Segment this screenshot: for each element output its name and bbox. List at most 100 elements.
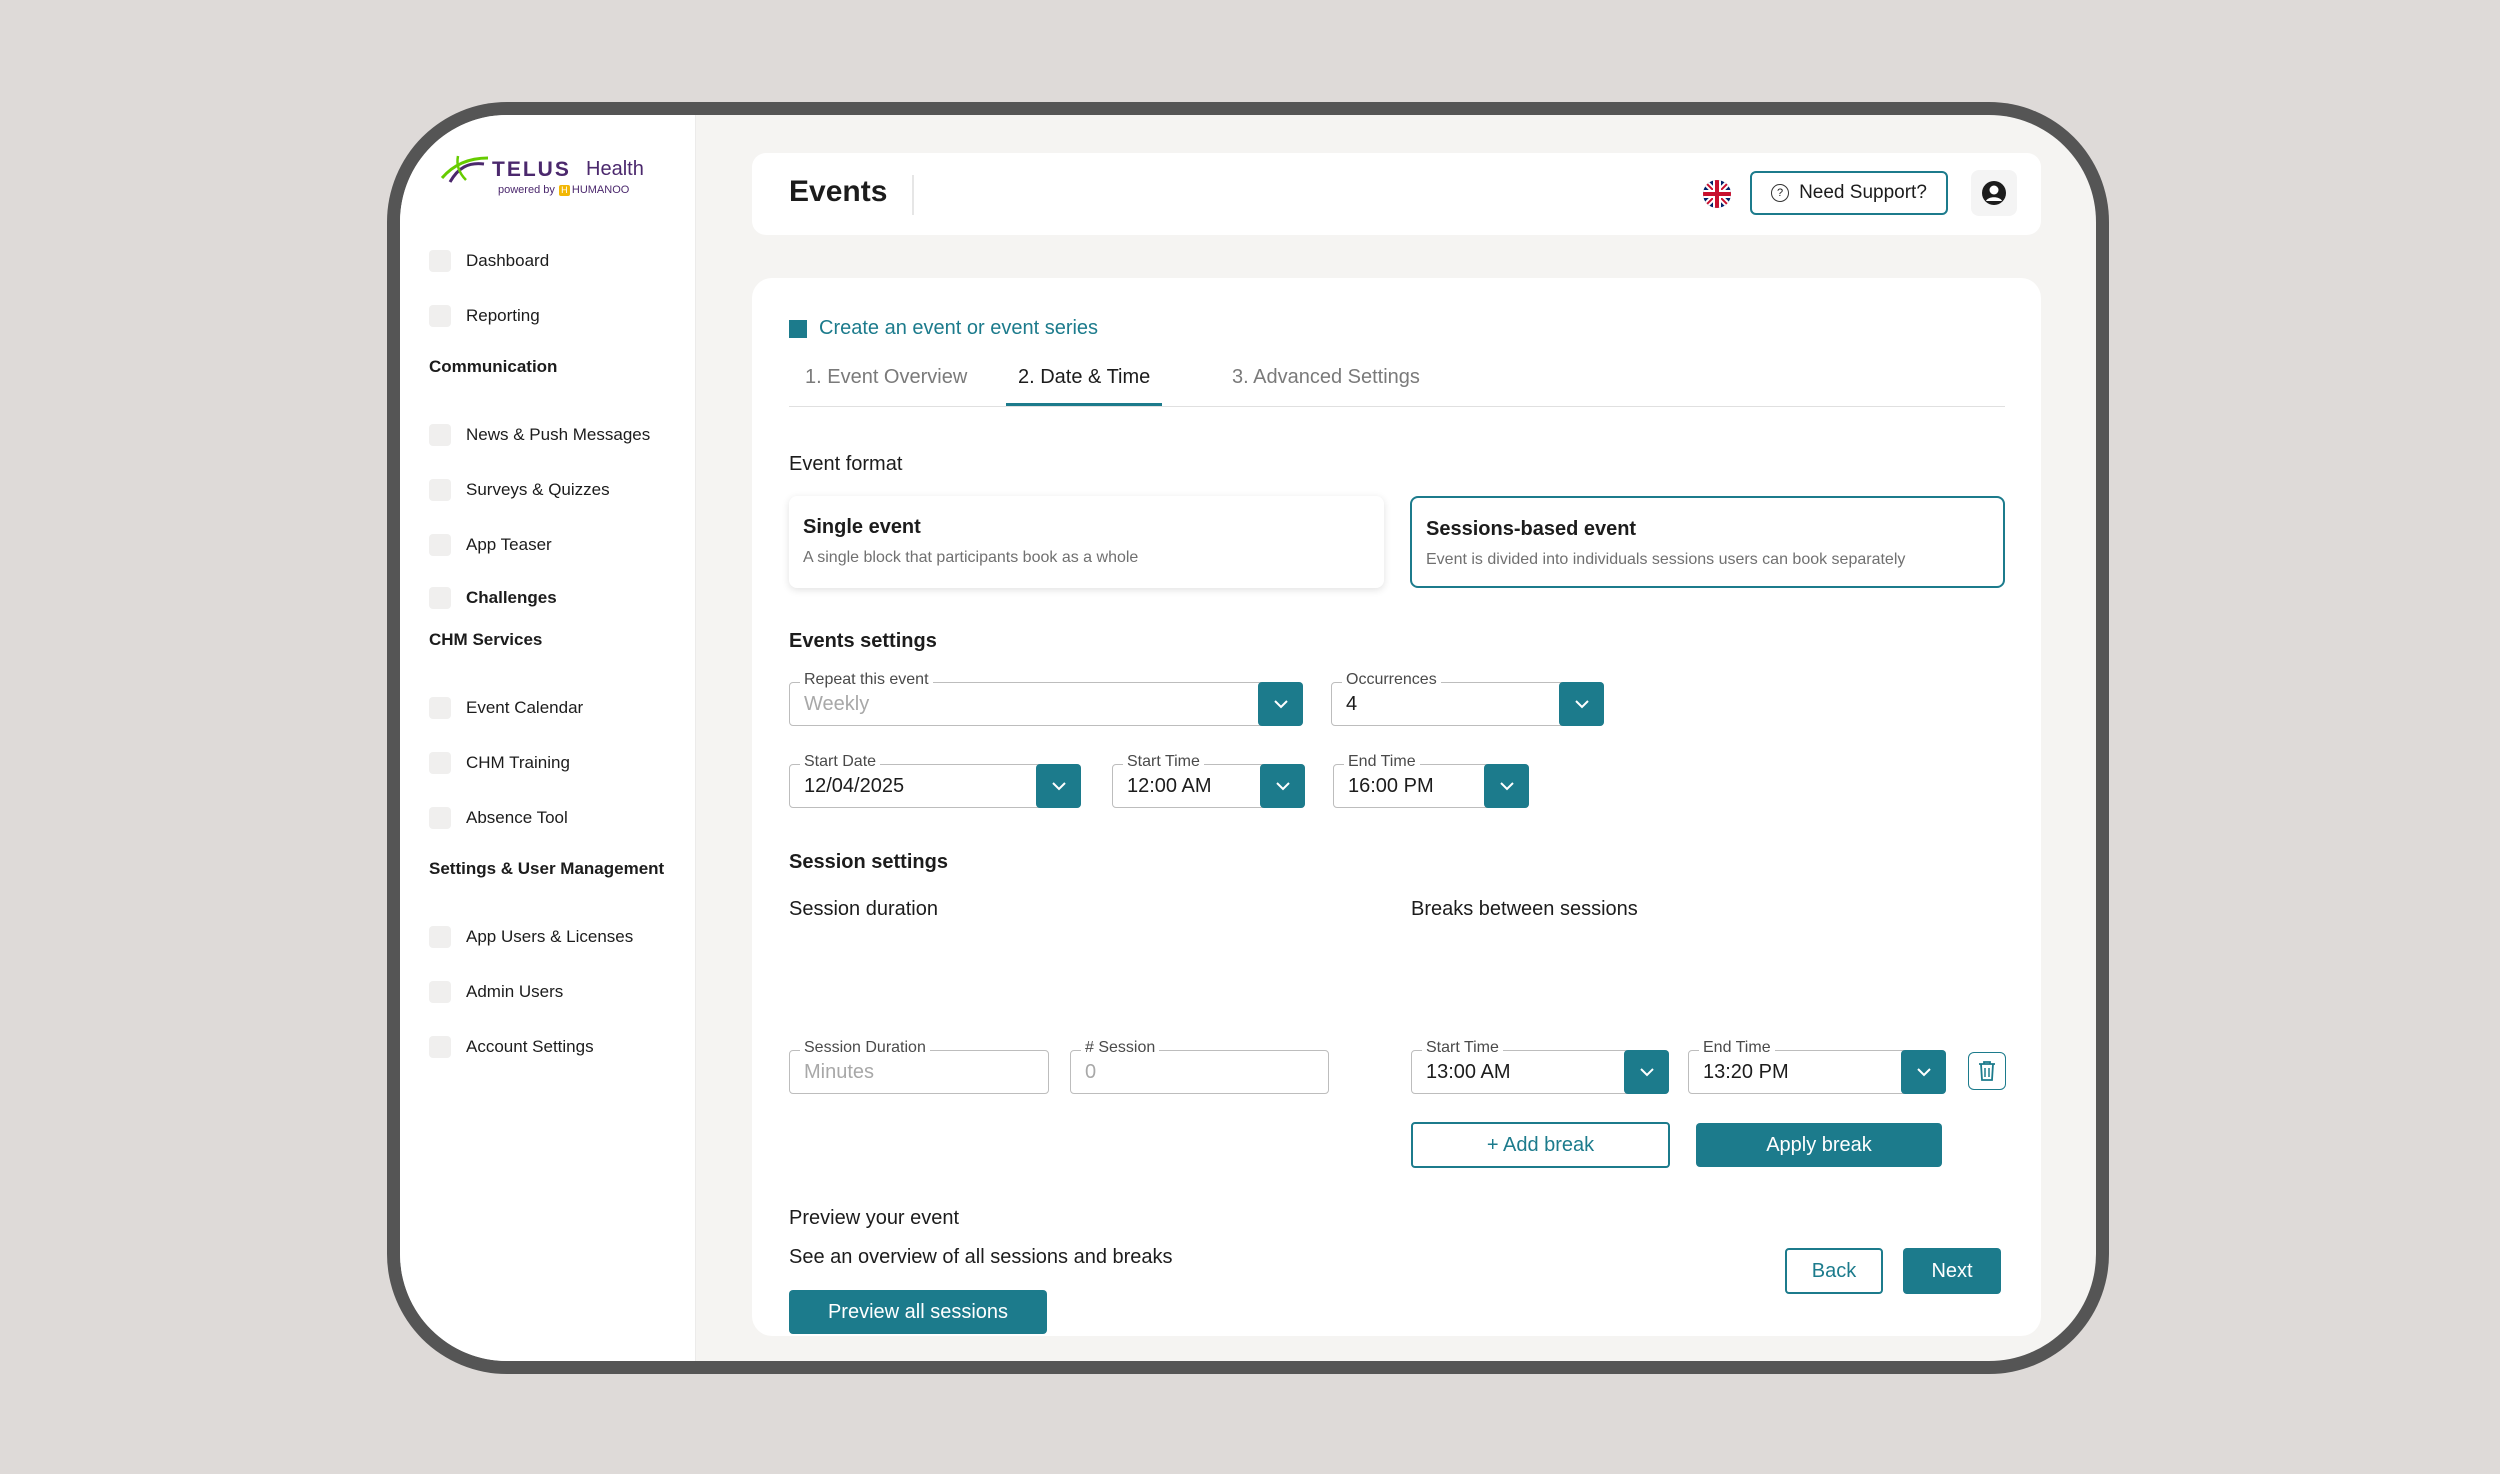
sidebar-item-challenges[interactable]: Challenges [429, 583, 557, 613]
session-count-input[interactable]: # Session 0 [1070, 1039, 1329, 1094]
breaks-label: Breaks between sessions [1411, 898, 1638, 920]
sidebar-item-label: Account Settings [466, 1037, 594, 1056]
preview-desc: See an overview of all sessions and brea… [789, 1246, 1173, 1268]
breadcrumb-square-icon [789, 319, 807, 338]
sidebar-item-label: CHM Training [466, 753, 570, 772]
sidebar-section-chm: CHM Services [429, 630, 543, 649]
break-start-time-field[interactable]: Start Time 13:00 AM [1411, 1039, 1669, 1094]
telus-swoosh-icon [440, 155, 489, 183]
repeat-select[interactable]: Repeat this event Weekly [789, 671, 1303, 726]
session-count-placeholder: 0 [1085, 1061, 1097, 1083]
sidebar-item-dashboard[interactable]: Dashboard [429, 246, 549, 276]
challenges-icon [429, 587, 451, 609]
preview-all-sessions-button[interactable]: Preview all sessions [789, 1290, 1047, 1334]
app-screen: TELUS Health powered by H HUMANOO Dashboar… [400, 115, 2096, 1361]
breadcrumb-label: Create an event or event series [819, 317, 1099, 339]
sidebar-item-event-calendar[interactable]: Event Calendar [429, 693, 583, 723]
start-time-label: Start Time [1123, 753, 1204, 771]
session-settings-header: Session settings [789, 851, 948, 873]
humanoo-text: HUMANOO [571, 184, 630, 196]
chevron-down-icon [1275, 782, 1290, 791]
chevron-down-icon [1639, 1068, 1654, 1077]
users-icon [429, 926, 451, 948]
start-date-field[interactable]: Start Date 12/04/2025 [789, 753, 1081, 808]
top-bar: Events ? Need Support? [752, 153, 2041, 235]
settings-icon [429, 1036, 451, 1058]
single-event-desc: A single block that participants book as… [803, 549, 1139, 566]
start-time-value: 12:00 AM [1127, 775, 1212, 797]
news-icon [429, 424, 451, 446]
occurrences-label: Occurrences [1342, 671, 1441, 689]
calendar-icon [429, 697, 451, 719]
event-form-card: Create an event or event series 1. Event… [752, 278, 2041, 1336]
end-time-dropdown-button[interactable] [1484, 764, 1529, 808]
start-date-dropdown-button[interactable] [1036, 764, 1081, 808]
break-end-time-field[interactable]: End Time 13:20 PM [1688, 1039, 1946, 1094]
end-time-field[interactable]: End Time 16:00 PM [1333, 753, 1529, 808]
sidebar-item-account-settings[interactable]: Account Settings [429, 1032, 594, 1062]
start-time-field[interactable]: Start Time 12:00 AM [1112, 753, 1305, 808]
sidebar-section-settings: Settings & User Management [429, 859, 665, 878]
sidebar-item-label: Event Calendar [466, 698, 584, 717]
survey-icon [429, 479, 451, 501]
chevron-down-icon [1051, 782, 1066, 791]
sidebar-item-absence-tool[interactable]: Absence Tool [429, 803, 568, 833]
start-time-dropdown-button[interactable] [1260, 764, 1305, 808]
event-format-label: Event format [789, 453, 903, 475]
need-support-button[interactable]: ? Need Support? [1750, 171, 1948, 215]
powered-by-text: powered by [498, 184, 555, 196]
break-end-dropdown-button[interactable] [1901, 1050, 1946, 1094]
sidebar-item-chm-training[interactable]: CHM Training [429, 748, 570, 778]
sessions-event-desc: Event is divided into individuals sessio… [1426, 551, 1906, 568]
reporting-icon [429, 305, 451, 327]
sidebar-item-label: Admin Users [466, 982, 564, 1001]
tab-advanced-settings[interactable]: 3. Advanced Settings [1232, 366, 1420, 406]
telus-health-logo[interactable]: TELUS Health powered by H HUMANOO [440, 148, 660, 198]
user-avatar-button[interactable] [1971, 170, 2017, 216]
add-break-button[interactable]: + Add break [1411, 1122, 1670, 1168]
start-date-label: Start Date [800, 753, 881, 771]
session-duration-field-label: Session Duration [800, 1039, 930, 1057]
back-button[interactable]: Back [1785, 1248, 1883, 1294]
training-icon [429, 752, 451, 774]
repeat-dropdown-button[interactable] [1258, 682, 1303, 726]
sidebar-item-label: Reporting [466, 306, 540, 325]
break-end-value: 13:20 PM [1703, 1061, 1789, 1083]
sessions-event-option[interactable]: Sessions-based event Event is divided in… [1410, 496, 2005, 588]
sidebar-item-app-users[interactable]: App Users & Licenses [429, 922, 633, 952]
repeat-value: Weekly [804, 693, 870, 715]
next-button[interactable]: Next [1903, 1248, 2001, 1294]
uk-flag-icon[interactable] [1703, 180, 1731, 208]
single-event-title: Single event [803, 516, 921, 538]
sidebar-item-label: Surveys & Quizzes [466, 480, 610, 499]
admin-icon [429, 981, 451, 1003]
apply-break-button[interactable]: Apply break [1696, 1123, 1942, 1167]
preview-label: Preview your event [789, 1207, 960, 1229]
sidebar-item-reporting[interactable]: Reporting [429, 301, 540, 331]
sidebar-item-news[interactable]: News & Push Messages [429, 420, 650, 450]
sidebar-item-label: News & Push Messages [466, 425, 651, 444]
occurrences-dropdown-button[interactable] [1559, 682, 1604, 726]
delete-break-button[interactable] [1968, 1052, 2006, 1090]
tab-event-overview[interactable]: 1. Event Overview [805, 366, 967, 406]
sidebar-item-admin-users[interactable]: Admin Users [429, 977, 563, 1007]
single-event-option[interactable]: Single event A single block that partici… [789, 496, 1384, 588]
help-icon: ? [1771, 184, 1790, 202]
tablet-frame: TELUS Health powered by H HUMANOO Dashboar… [387, 102, 2109, 1374]
chevron-down-icon [1574, 700, 1589, 709]
user-avatar-icon [1982, 181, 2006, 205]
logo-telus-text: TELUS [492, 158, 571, 181]
sidebar-item-app-teaser[interactable]: App Teaser [429, 530, 552, 560]
breadcrumb[interactable]: Create an event or event series [789, 317, 1098, 340]
sidebar-item-surveys[interactable]: Surveys & Quizzes [429, 475, 610, 505]
session-duration-input[interactable]: Session Duration Minutes [789, 1039, 1049, 1094]
sidebar-item-label: App Teaser [466, 535, 552, 554]
wizard-tabs: 1. Event Overview 2. Date & Time 3. Adva… [789, 366, 2005, 407]
occurrences-value: 4 [1346, 693, 1358, 715]
occurrences-select[interactable]: Occurrences 4 [1331, 671, 1604, 726]
teaser-icon [429, 534, 451, 556]
break-start-dropdown-button[interactable] [1624, 1050, 1669, 1094]
events-settings-header: Events settings [789, 630, 937, 652]
tab-date-time[interactable]: 2. Date & Time [1006, 366, 1163, 406]
end-time-value: 16:00 PM [1348, 775, 1434, 797]
